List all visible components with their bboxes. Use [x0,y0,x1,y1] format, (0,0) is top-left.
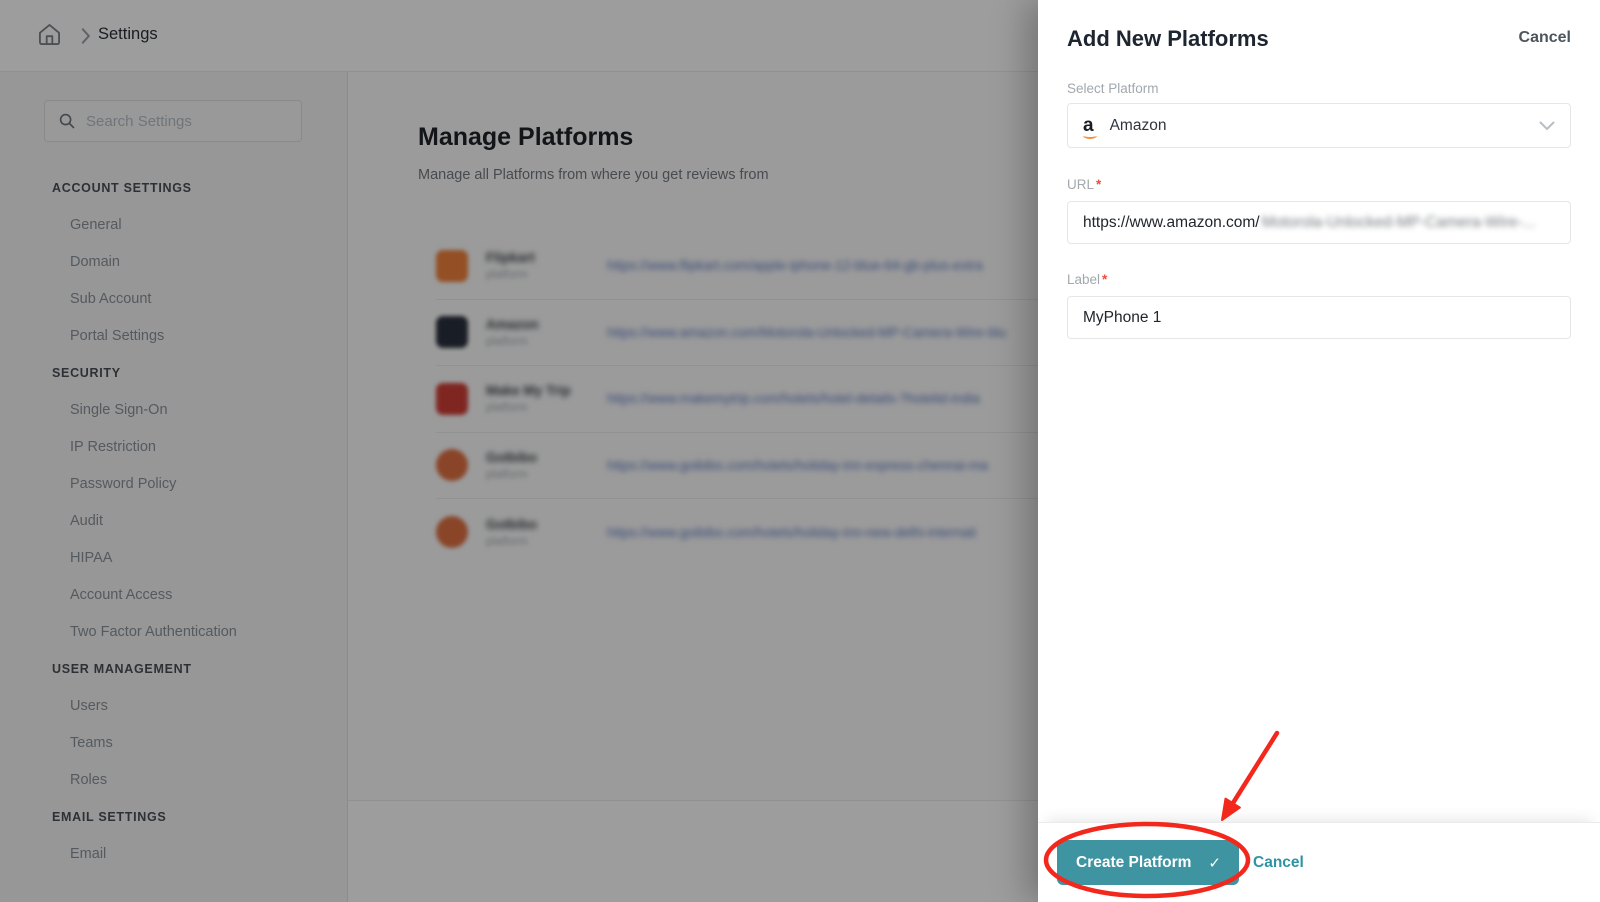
footer-cancel-link[interactable]: Cancel [1253,854,1304,872]
label-value: MyPhone 1 [1083,309,1161,327]
selected-platform-value: Amazon [1110,117,1167,135]
page: Settings ACCOUNT SETTINGS General Domain… [0,0,1600,902]
modal-dim-overlay[interactable] [0,0,1039,902]
select-platform-label: Select Platform [1067,81,1159,96]
drawer-cancel-button[interactable]: Cancel [1519,29,1571,47]
drawer-title: Add New Platforms [1067,26,1269,52]
create-platform-label: Create Platform [1076,854,1191,872]
url-label: URL* [1067,177,1101,192]
chevron-down-icon [1539,121,1555,131]
amazon-logo-icon: a [1083,116,1094,135]
check-icon: ✓ [1208,854,1221,872]
url-input[interactable]: https://www.amazon.com/Motorola-Unlocked… [1067,201,1571,244]
required-asterisk: * [1102,272,1107,287]
add-new-platforms-drawer: Add New Platforms Cancel Select Platform… [1038,0,1600,902]
label-label: Label* [1067,272,1107,287]
url-value-visible: https://www.amazon.com/ [1083,214,1260,232]
drawer-footer-bar: Create Platform ✓ Cancel [1038,822,1600,902]
label-input[interactable]: MyPhone 1 [1067,296,1571,339]
required-asterisk: * [1096,177,1101,192]
create-platform-button[interactable]: Create Platform ✓ [1057,840,1239,885]
url-value-blurred: Motorola-Unlocked-MP-Camera-Wire-... [1262,214,1536,232]
platform-select-dropdown[interactable]: a Amazon [1067,103,1571,148]
